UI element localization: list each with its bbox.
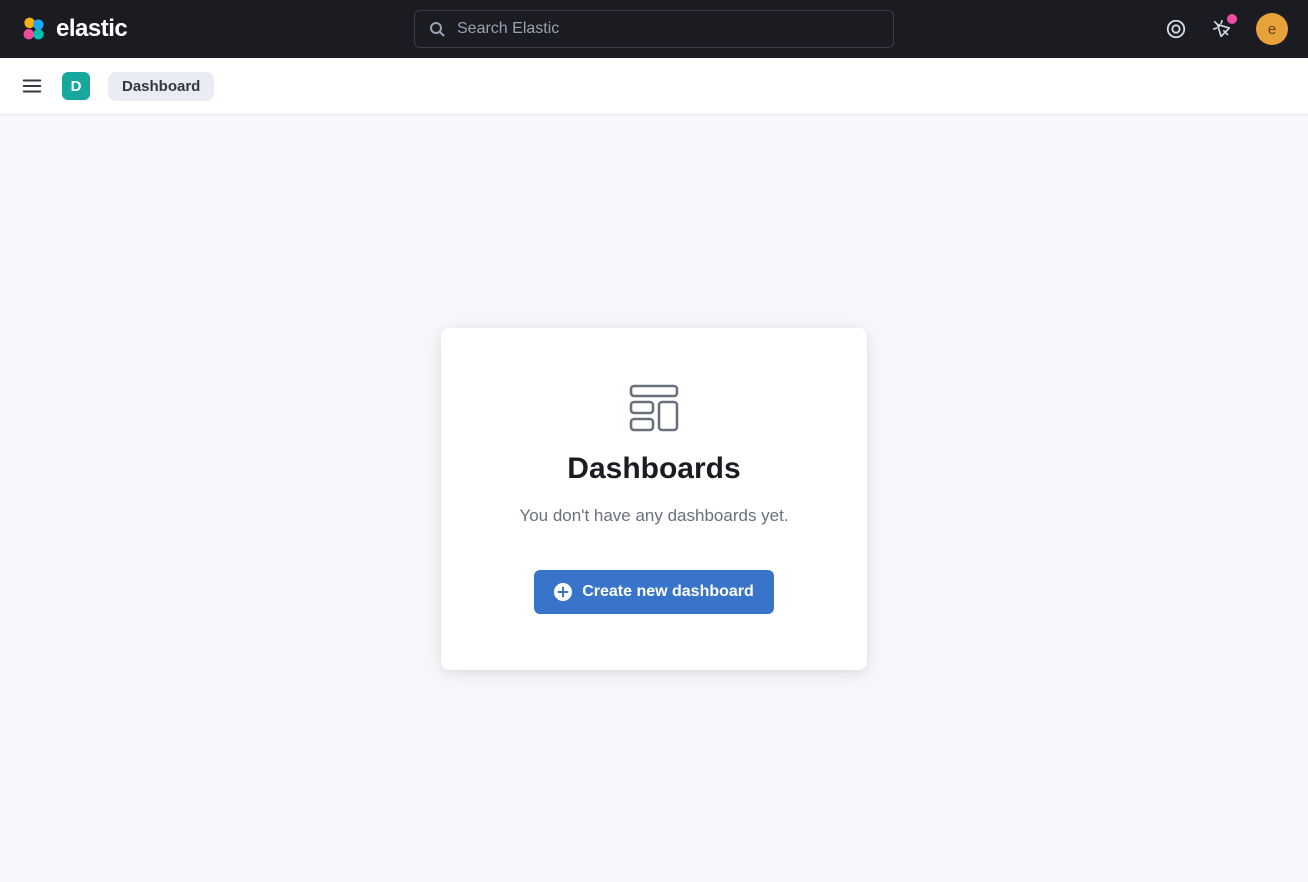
help-icon[interactable]	[1164, 17, 1188, 41]
global-header: elastic Search Elastic	[0, 0, 1308, 58]
breadcrumb-dashboard[interactable]: Dashboard	[108, 72, 214, 101]
space-selector[interactable]: D	[62, 72, 90, 100]
empty-state-title: Dashboards	[567, 452, 740, 486]
dashboard-icon	[629, 384, 679, 432]
plus-circle-icon	[554, 583, 572, 601]
space-letter: D	[71, 78, 82, 95]
search-icon	[429, 21, 445, 37]
empty-state-card: Dashboards You don't have any dashboards…	[441, 328, 867, 670]
create-dashboard-label: Create new dashboard	[582, 583, 754, 601]
header-actions: e	[1164, 13, 1288, 45]
avatar-letter: e	[1268, 21, 1276, 38]
global-search[interactable]: Search Elastic	[414, 10, 894, 48]
notification-dot-icon	[1227, 14, 1237, 24]
create-dashboard-button[interactable]: Create new dashboard	[534, 570, 774, 614]
sub-header: D Dashboard	[0, 58, 1308, 115]
news-icon[interactable]	[1210, 17, 1234, 41]
main-content: Dashboards You don't have any dashboards…	[0, 115, 1308, 882]
elastic-logo-icon	[20, 15, 48, 43]
breadcrumb-label: Dashboard	[122, 78, 200, 95]
search-placeholder: Search Elastic	[457, 20, 559, 38]
brand-logo[interactable]: elastic	[20, 15, 127, 43]
empty-state-subtitle: You don't have any dashboards yet.	[519, 506, 788, 526]
brand-name: elastic	[56, 15, 127, 43]
user-avatar[interactable]: e	[1256, 13, 1288, 45]
menu-toggle-button[interactable]	[20, 74, 44, 98]
